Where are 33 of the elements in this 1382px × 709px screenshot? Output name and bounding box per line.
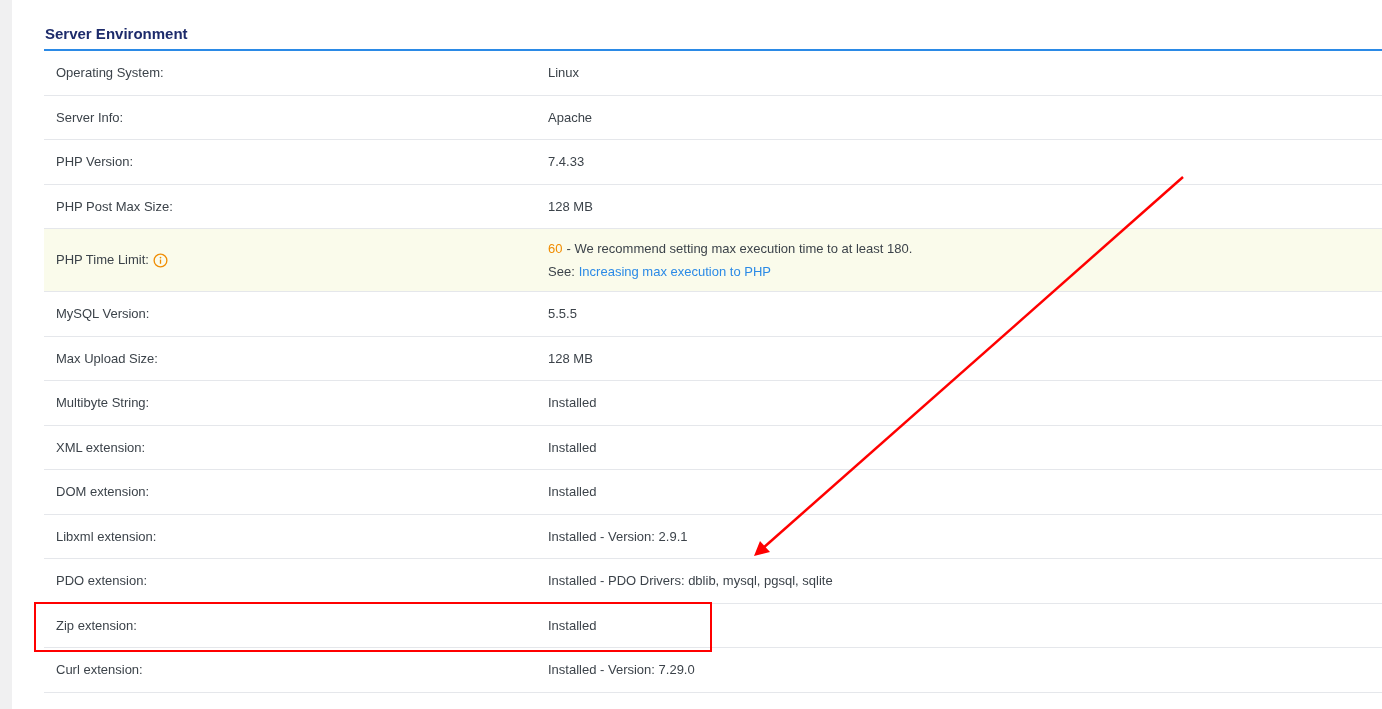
setting-value: 5.5.5 [548, 305, 577, 323]
setting-value: 7.4.33 [548, 153, 585, 171]
warning-message: - We recommend setting max execution time to at least 180. [566, 240, 913, 258]
setting-label: Zip extension: [56, 616, 137, 635]
setting-label: Curl extension: [56, 661, 143, 679]
setting-value: Installed - Version: 2.9.1 [548, 527, 688, 546]
setting-value: Installed - Version: 7.29.0 [548, 661, 695, 679]
setting-label: XML extension: [56, 438, 146, 457]
setting-label: Max Upload Size: [56, 349, 158, 368]
help-link[interactable]: Increasing max execution to PHP [578, 261, 771, 281]
setting-label: Libxml extension: [56, 527, 157, 546]
time-limit-value: 60 [548, 240, 563, 258]
setting-value: Linux [548, 64, 580, 82]
setting-label: DOM extension: [56, 483, 150, 501]
setting-label: Server Info: [56, 108, 124, 127]
setting-label: PHP Time Limit: [56, 251, 149, 270]
setting-label: MySQL Version: [56, 305, 150, 323]
setting-value: Installed [548, 438, 597, 457]
setting-value: Installed - PDO Drivers: dblib, mysql, pgsql, sqlite [548, 572, 833, 590]
setting-label: PDO extension: [56, 572, 148, 590]
setting-value: 128 MB [548, 197, 593, 216]
setting-label: PHP Version: [56, 153, 134, 171]
setting-value: Installed [548, 616, 597, 635]
setting-label: Operating System: [56, 64, 164, 82]
see-label: See: [548, 262, 575, 281]
info-icon [152, 252, 168, 268]
section-title: Server Environment [45, 25, 188, 42]
setting-value: Installed [548, 394, 597, 412]
setting-value: Apache [548, 108, 593, 127]
setting-label: Multibyte String: [56, 394, 150, 412]
setting-value: Installed [548, 483, 597, 501]
setting-label: PHP Post Max Size: [56, 197, 173, 216]
setting-value: 128 MB [548, 349, 593, 368]
